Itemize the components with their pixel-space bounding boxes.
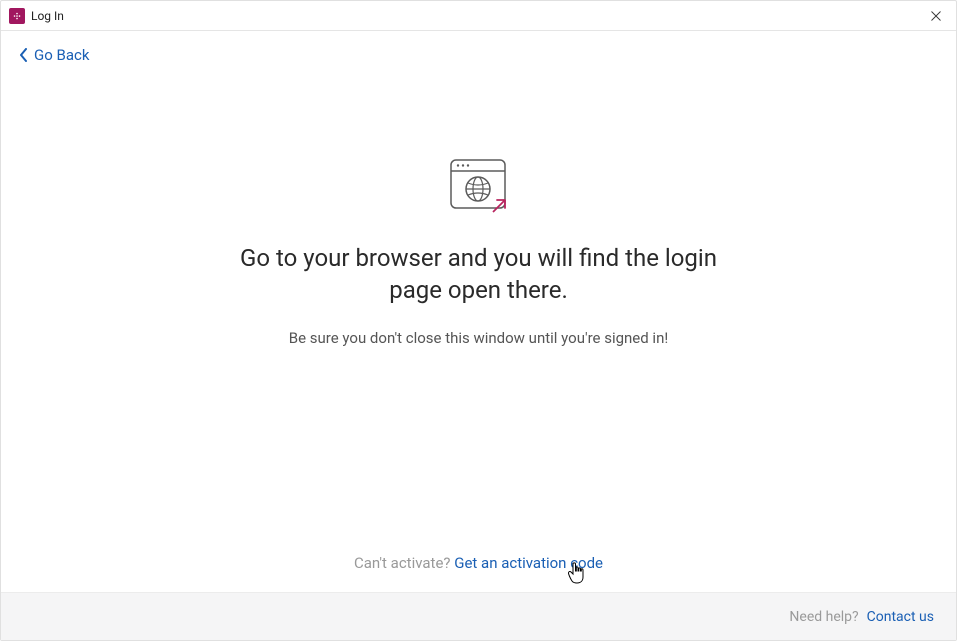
main-content: Go to your browser and you will find the… xyxy=(1,156,956,349)
go-back-label: Go Back xyxy=(34,48,89,63)
window-close-button[interactable] xyxy=(924,4,948,28)
main-subtext: Be sure you don't close this window unti… xyxy=(279,327,679,350)
activation-prompt: Can't activate? xyxy=(354,554,451,572)
go-back-button[interactable]: Go Back xyxy=(19,48,89,63)
main-heading: Go to your browser and you will find the… xyxy=(229,242,729,307)
footer: Need help? Contact us xyxy=(1,592,956,640)
chevron-left-icon xyxy=(19,48,28,62)
activation-prompt-row: Can't activate? Get an activation code xyxy=(1,554,956,572)
titlebar-left: Log In xyxy=(9,8,64,24)
activation-code-link[interactable]: Get an activation code xyxy=(454,554,603,572)
topbar: Go Back xyxy=(1,31,956,66)
window-title: Log In xyxy=(31,9,64,23)
app-icon xyxy=(9,8,25,24)
window-titlebar: Log In xyxy=(1,1,956,31)
footer-prompt: Need help? xyxy=(789,609,858,625)
browser-globe-illustration xyxy=(447,156,511,220)
close-icon xyxy=(930,10,942,22)
contact-us-link[interactable]: Contact us xyxy=(867,609,934,625)
